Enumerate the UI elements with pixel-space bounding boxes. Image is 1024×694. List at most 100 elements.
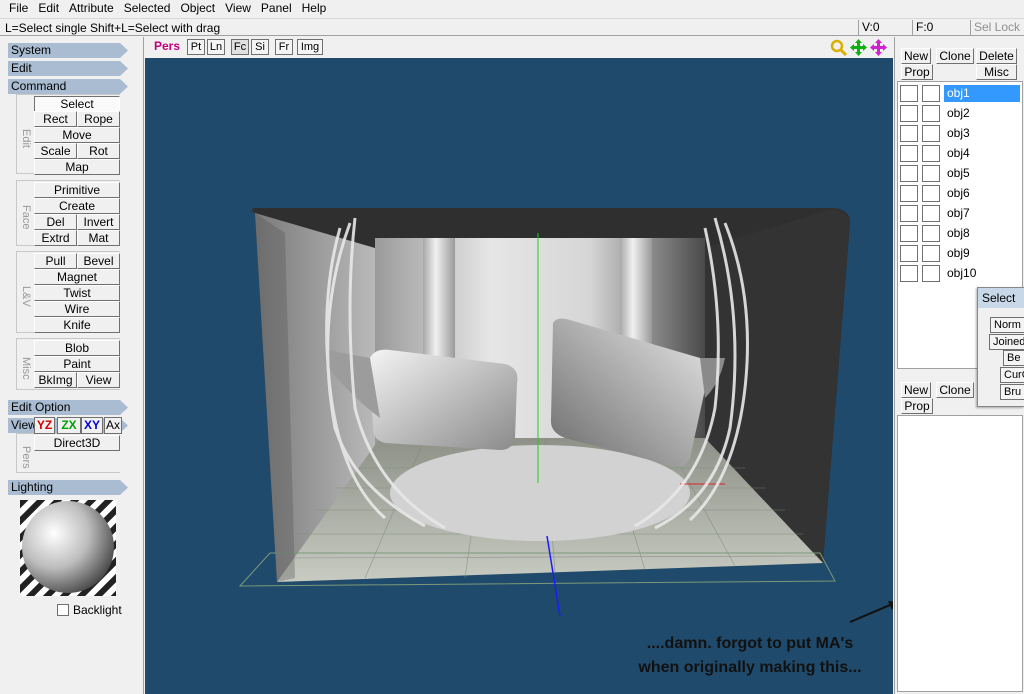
- eye-icon[interactable]: [900, 145, 918, 162]
- ax-view-button[interactable]: Ax: [104, 417, 122, 434]
- lock-icon[interactable]: [922, 125, 940, 142]
- lock-icon[interactable]: [922, 145, 940, 162]
- clone-material-button[interactable]: Clone: [936, 382, 974, 398]
- menu-attribute[interactable]: Attribute: [64, 0, 119, 17]
- del-button[interactable]: Del: [34, 214, 77, 230]
- backlight-checkbox[interactable]: [57, 604, 69, 616]
- lock-icon[interactable]: [922, 165, 940, 182]
- material-list[interactable]: [897, 415, 1023, 692]
- menu-selected[interactable]: Selected: [119, 0, 176, 17]
- zx-view-button[interactable]: ZX: [57, 417, 81, 434]
- eye-icon[interactable]: [900, 225, 918, 242]
- eye-icon[interactable]: [900, 205, 918, 222]
- direct3d-button[interactable]: Direct3D: [34, 435, 120, 451]
- extrd-button[interactable]: Extrd: [34, 230, 77, 246]
- list-item[interactable]: obj10: [900, 264, 1022, 283]
- create-button[interactable]: Create: [34, 198, 120, 214]
- point-toggle[interactable]: Pt: [187, 39, 205, 55]
- rotate-view-icon[interactable]: [870, 39, 887, 56]
- list-item[interactable]: obj4: [900, 144, 1022, 163]
- zoom-icon[interactable]: [830, 39, 848, 56]
- lock-icon[interactable]: [922, 105, 940, 122]
- knife-button[interactable]: Knife: [34, 317, 120, 333]
- eye-icon[interactable]: [900, 265, 918, 282]
- xy-view-button[interactable]: XY: [81, 417, 103, 434]
- list-item[interactable]: obj8: [900, 224, 1022, 243]
- be-select-button[interactable]: Be: [1003, 350, 1024, 366]
- magnet-button[interactable]: Magnet: [34, 269, 120, 285]
- twist-button[interactable]: Twist: [34, 285, 120, 301]
- image-toggle[interactable]: Img: [297, 39, 323, 55]
- pull-button[interactable]: Pull: [34, 253, 77, 269]
- pan-icon[interactable]: [850, 39, 867, 56]
- menu-panel[interactable]: Panel: [256, 0, 297, 17]
- rect-button[interactable]: Rect: [34, 111, 77, 127]
- projection-mode-label[interactable]: Pers: [154, 39, 180, 53]
- mat-button[interactable]: Mat: [77, 230, 120, 246]
- system-header[interactable]: System: [8, 43, 128, 58]
- list-item[interactable]: obj3: [900, 124, 1022, 143]
- bru-select-button[interactable]: Bru: [1000, 384, 1024, 400]
- wire-button[interactable]: Wire: [34, 301, 120, 317]
- norm-select-button[interactable]: Norm: [990, 317, 1024, 333]
- blob-button[interactable]: Blob: [34, 340, 120, 356]
- map-button[interactable]: Map: [34, 159, 120, 175]
- list-item[interactable]: obj5: [900, 164, 1022, 183]
- list-item[interactable]: obj7: [900, 204, 1022, 223]
- delete-object-button[interactable]: Delete: [976, 48, 1017, 64]
- 3d-viewport[interactable]: ....damn. forgot to put MA's when origin…: [145, 58, 893, 694]
- lock-icon[interactable]: [922, 245, 940, 262]
- lock-icon[interactable]: [922, 265, 940, 282]
- list-item[interactable]: obj6: [900, 184, 1022, 203]
- menu-view[interactable]: View: [220, 0, 256, 17]
- lock-icon[interactable]: [922, 85, 940, 102]
- lock-icon[interactable]: [922, 205, 940, 222]
- lock-icon[interactable]: [922, 185, 940, 202]
- line-toggle[interactable]: Ln: [207, 39, 225, 55]
- clone-object-button[interactable]: Clone: [936, 48, 974, 64]
- list-item[interactable]: obj9: [900, 244, 1022, 263]
- menu-edit[interactable]: Edit: [33, 0, 64, 17]
- eye-icon[interactable]: [900, 105, 918, 122]
- command-header[interactable]: Command: [8, 79, 128, 94]
- eye-icon[interactable]: [900, 85, 918, 102]
- edit-header[interactable]: Edit: [8, 61, 128, 76]
- bevel-button[interactable]: Bevel: [77, 253, 120, 269]
- select-window-title[interactable]: Select: [978, 288, 1024, 308]
- menu-help[interactable]: Help: [297, 0, 332, 17]
- rope-button[interactable]: Rope: [77, 111, 120, 127]
- object-misc-button[interactable]: Misc: [976, 64, 1017, 80]
- scale-button[interactable]: Scale: [34, 143, 77, 159]
- select-window[interactable]: Select Norm Joined Be CurO Bru: [977, 287, 1024, 407]
- lock-icon[interactable]: [922, 225, 940, 242]
- select-button[interactable]: Select: [34, 96, 120, 112]
- new-object-button[interactable]: New: [901, 48, 931, 64]
- edit-option-header[interactable]: Edit Option: [8, 400, 128, 415]
- view-button[interactable]: View: [77, 372, 120, 388]
- move-button[interactable]: Move: [34, 127, 120, 143]
- rot-button[interactable]: Rot: [77, 143, 120, 159]
- invert-button[interactable]: Invert: [77, 214, 120, 230]
- sel-lock-toggle[interactable]: Sel Lock: [970, 20, 1024, 35]
- new-material-button[interactable]: New: [901, 382, 931, 398]
- curo-select-button[interactable]: CurO: [1000, 367, 1024, 383]
- object-prop-button[interactable]: Prop: [901, 64, 933, 80]
- frame-toggle[interactable]: Fr: [275, 39, 293, 55]
- eye-icon[interactable]: [900, 245, 918, 262]
- lighting-header[interactable]: Lighting: [8, 480, 128, 495]
- joined-select-button[interactable]: Joined: [989, 334, 1024, 350]
- silhouette-toggle[interactable]: Si: [251, 39, 269, 55]
- eye-icon[interactable]: [900, 125, 918, 142]
- face-toggle[interactable]: Fc: [231, 39, 249, 55]
- paint-button[interactable]: Paint: [34, 356, 120, 372]
- menu-object[interactable]: Object: [175, 0, 220, 17]
- eye-icon[interactable]: [900, 185, 918, 202]
- material-prop-button[interactable]: Prop: [901, 398, 933, 414]
- bkimg-button[interactable]: BkImg: [34, 372, 77, 388]
- yz-view-button[interactable]: YZ: [34, 417, 55, 434]
- primitive-button[interactable]: Primitive: [34, 182, 120, 198]
- menu-file[interactable]: File: [4, 0, 33, 17]
- backlight-option[interactable]: Backlight: [57, 603, 122, 617]
- lighting-preview[interactable]: [20, 500, 116, 596]
- list-item[interactable]: obj2: [900, 104, 1022, 123]
